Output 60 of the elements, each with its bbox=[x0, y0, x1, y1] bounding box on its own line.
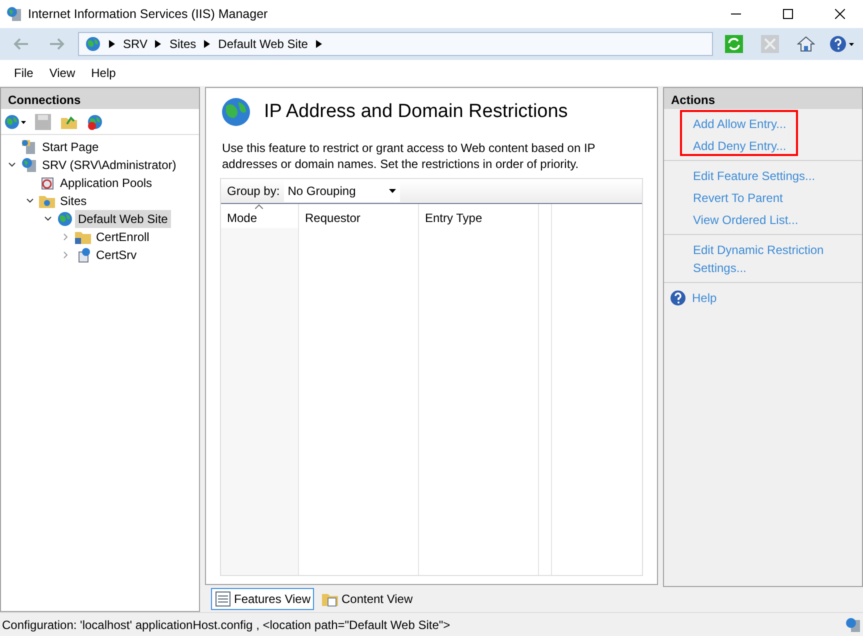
help-icon bbox=[829, 35, 855, 53]
panel-header: Connections bbox=[1, 88, 199, 109]
list-view-icon bbox=[215, 590, 231, 606]
app-pool-icon bbox=[39, 175, 55, 191]
globe-icon bbox=[220, 96, 252, 128]
menu-item[interactable]: Help bbox=[83, 64, 124, 82]
globe-icon bbox=[87, 114, 103, 130]
breadcrumb-arrow-icon bbox=[109, 40, 115, 48]
start-page-icon bbox=[21, 139, 37, 155]
server-globe-icon bbox=[845, 616, 861, 632]
column-header[interactable]: Requestor bbox=[305, 211, 360, 225]
tree-item[interactable]: Sites bbox=[57, 192, 90, 210]
forward-arrow-icon bbox=[49, 38, 65, 50]
stop-icon bbox=[761, 35, 779, 53]
breadcrumb-arrow-icon bbox=[155, 40, 162, 48]
tree-item[interactable]: CertEnroll bbox=[93, 228, 152, 246]
column-header[interactable]: Mode bbox=[227, 211, 258, 225]
caret-down-icon bbox=[388, 189, 396, 193]
description: Use this feature to restrict or grant access to Web content based on IP addresses or domain names. Set the restrictions in order of priority. bbox=[222, 140, 596, 172]
column-header[interactable]: Entry Type bbox=[425, 211, 482, 225]
status-text: Configuration: 'localhost' applicationHost.config , <location path="Default Web Site"> bbox=[2, 616, 450, 634]
refresh-icon bbox=[725, 35, 743, 53]
feature-title: IP Address and Domain Restrictions bbox=[264, 100, 568, 124]
back-arrow-icon bbox=[13, 38, 29, 50]
server-icon bbox=[21, 157, 37, 173]
breadcrumb-item[interactable]: Sites bbox=[169, 35, 196, 53]
folder-icon bbox=[39, 193, 55, 209]
chevron-down-icon bbox=[8, 161, 16, 169]
breadcrumb-arrow-icon bbox=[316, 40, 322, 48]
chevron-down-icon bbox=[26, 197, 34, 205]
address-field[interactable]: SRV Sites Default Web Site bbox=[78, 32, 713, 56]
tree-item[interactable]: SRV (SRV\Administrator) bbox=[39, 156, 180, 174]
menu-item[interactable]: File bbox=[6, 64, 42, 82]
chevron-right-icon bbox=[62, 251, 70, 259]
globe-icon bbox=[85, 36, 101, 52]
group-by-dropdown[interactable]: No Grouping bbox=[284, 180, 400, 202]
folder-icon bbox=[75, 229, 91, 245]
home-icon bbox=[797, 35, 815, 53]
view-tab[interactable]: Features View bbox=[211, 588, 314, 610]
globe-icon bbox=[4, 114, 26, 130]
breadcrumb-item[interactable]: SRV bbox=[123, 35, 148, 53]
server-globe-icon bbox=[6, 6, 22, 22]
tree-item[interactable]: Application Pools bbox=[57, 174, 156, 192]
close-icon bbox=[835, 9, 845, 19]
breadcrumb-arrow-icon bbox=[204, 40, 210, 48]
help-icon bbox=[670, 290, 686, 306]
globe-icon bbox=[57, 211, 73, 227]
view-tab[interactable]: Content View bbox=[318, 588, 417, 610]
tree-item[interactable]: Default Web Site bbox=[75, 210, 171, 228]
group-by-label: Group by: bbox=[227, 183, 280, 200]
folder-icon bbox=[61, 114, 77, 130]
panel-header: Actions bbox=[664, 88, 862, 109]
breadcrumb-item[interactable]: Default Web Site bbox=[218, 35, 308, 53]
tree-item[interactable]: CertSrv bbox=[93, 246, 140, 264]
tree-item[interactable]: Start Page bbox=[39, 138, 102, 156]
chevron-down-icon bbox=[44, 215, 52, 223]
chevron-right-icon bbox=[62, 233, 70, 241]
maximize-icon bbox=[783, 9, 793, 19]
menu-item[interactable]: View bbox=[41, 64, 84, 82]
window-title: Internet Information Services (IIS) Manager bbox=[28, 6, 268, 23]
